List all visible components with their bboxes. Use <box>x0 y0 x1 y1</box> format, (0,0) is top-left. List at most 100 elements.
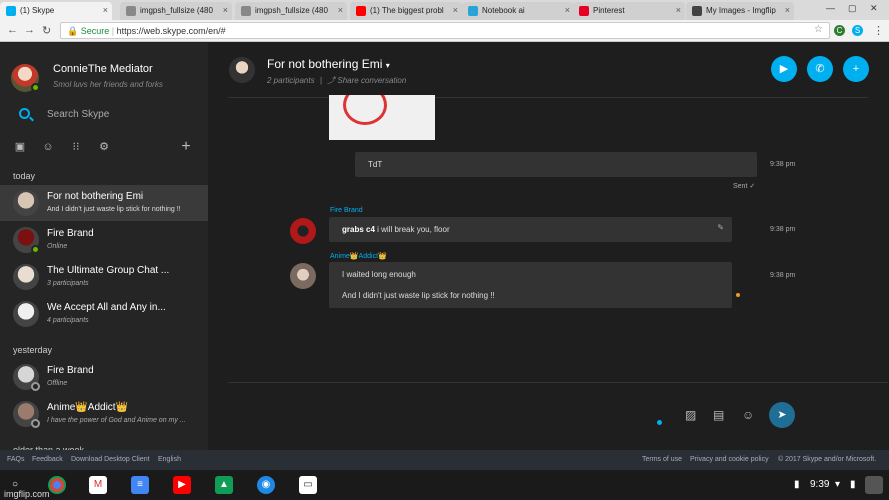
own-message-bubble[interactable]: TdT <box>355 152 757 177</box>
profile-mood: Smol luvs her friends and forks <box>53 80 163 89</box>
contact-card-icon[interactable]: ▤ <box>713 408 724 422</box>
add-contact-icon[interactable]: ☺ <box>42 141 54 153</box>
tab-favicon-icon <box>468 6 478 16</box>
chat-list-item[interactable]: We Accept All and Any in... 4 participant… <box>0 296 208 332</box>
chat-list-item[interactable]: Fire Brand Offline <box>0 359 208 395</box>
reload-button[interactable]: ↻ <box>42 24 51 37</box>
battery-status-icon[interactable]: ▮ <box>850 479 856 490</box>
video-call-button[interactable]: ▶ <box>771 56 797 82</box>
camera-icon[interactable]: ◉ <box>257 476 275 494</box>
message-bubble[interactable]: I waited long enough And I didn't just w… <box>329 262 732 308</box>
conversation-avatar[interactable] <box>229 57 255 83</box>
close-tab-icon[interactable]: × <box>565 5 570 15</box>
chat-subtitle: Online <box>47 243 68 250</box>
back-button[interactable]: ← <box>7 24 18 36</box>
chat-subtitle: And I didn't just waste lip stick for no… <box>47 206 181 213</box>
drive-icon[interactable]: ▲ <box>215 476 233 494</box>
sender-avatar[interactable] <box>290 218 316 244</box>
browser-tab[interactable]: My Images - Imgflip × <box>686 2 794 20</box>
close-tab-icon[interactable]: × <box>223 5 228 15</box>
shared-image[interactable] <box>329 95 435 140</box>
gmail-icon[interactable]: M <box>89 476 107 494</box>
browser-tab[interactable]: Notebook ai × <box>462 2 574 20</box>
close-tab-icon[interactable]: × <box>338 5 343 15</box>
sender-name: Fire Brand <box>330 207 363 214</box>
search-box[interactable]: Search Skype <box>0 103 208 127</box>
gear-icon[interactable]: ⚙ <box>98 141 110 153</box>
clock[interactable]: 9:39 <box>810 479 829 490</box>
youtube-icon[interactable]: ▶ <box>173 476 191 494</box>
close-tab-icon[interactable]: × <box>785 5 790 15</box>
footer-link-feedback[interactable]: Feedback <box>32 456 63 463</box>
message-text: I waited long enough <box>342 270 416 279</box>
footer-link-terms[interactable]: Terms of use <box>642 456 682 463</box>
attach-media-icon[interactable]: ▨ <box>685 408 696 422</box>
close-tab-icon[interactable]: × <box>453 5 458 15</box>
browser-tab[interactable]: imgpsh_fullsize (480 × <box>120 2 232 20</box>
chat-avatar <box>13 190 39 216</box>
chat-list-item[interactable]: The Ultimate Group Chat ... 3 participant… <box>0 259 208 295</box>
footer-link-privacy[interactable]: Privacy and cookie policy <box>690 456 769 463</box>
send-button[interactable]: ➤ <box>769 402 795 428</box>
sender-avatar[interactable] <box>290 263 316 289</box>
user-avatar[interactable] <box>865 476 883 494</box>
search-icon <box>19 108 30 119</box>
wifi-icon[interactable]: ▾ <box>835 479 840 490</box>
tab-title: (1) Skype <box>20 6 55 15</box>
menu-icon[interactable]: ⋮ <box>873 24 884 37</box>
online-status-icon <box>31 245 40 254</box>
tab-favicon-icon <box>692 6 702 16</box>
conversation-pane: For not bothering Emi ▾ 2 participants |… <box>208 43 889 450</box>
footer-link-download[interactable]: Download Desktop Client <box>71 456 150 463</box>
message-text: i will break you, floor <box>374 225 450 234</box>
tab-title: (1) The biggest probl <box>370 6 444 15</box>
star-icon[interactable]: ☆ <box>814 24 823 35</box>
extension-icon[interactable]: C <box>834 25 845 36</box>
browser-tab[interactable]: (1) The biggest probl × <box>350 2 462 20</box>
tab-title: Notebook ai <box>482 6 525 15</box>
tab-title: imgpsh_fullsize (480 <box>140 6 213 15</box>
message-bubble[interactable]: grabs c4 i will break you, floor ✎ <box>329 217 732 242</box>
footer-link-language[interactable]: English <box>158 456 181 463</box>
participants-count[interactable]: 2 participants <box>267 76 315 85</box>
chat-subtitle: 4 participants <box>47 317 89 324</box>
browser-tab[interactable]: Pinterest × <box>573 2 685 20</box>
lock-icon: 🔒 <box>67 26 81 36</box>
footer-link-faqs[interactable]: FAQs <box>7 456 25 463</box>
pencil-icon[interactable]: ✎ <box>717 223 724 232</box>
files-icon[interactable]: ▭ <box>299 476 317 494</box>
share-conversation-link[interactable]: Share conversation <box>337 76 406 85</box>
new-chat-plus-icon[interactable]: + <box>180 139 192 155</box>
chat-list-item[interactable]: Fire Brand Online <box>0 222 208 258</box>
browser-tab[interactable]: imgpsh_fullsize (480 × <box>235 2 347 20</box>
chrome-icon[interactable] <box>48 476 66 494</box>
audio-call-button[interactable]: ✆ <box>807 56 833 82</box>
chat-list-item[interactable]: For not bothering Emi And I didn't just w… <box>0 185 208 221</box>
forward-button[interactable]: → <box>24 24 35 36</box>
url-field[interactable]: 🔒 Secure | https://web.skype.com/en/# ☆ <box>60 22 830 39</box>
minimize-button[interactable]: — <box>826 3 835 13</box>
chat-avatar <box>13 264 39 290</box>
search-input[interactable]: Search Skype <box>47 109 109 120</box>
profile-name[interactable]: ConnieThe Mediator <box>53 63 153 75</box>
dialpad-icon[interactable]: ⁝⁝ <box>70 141 82 153</box>
browser-tab[interactable]: (1) Skype × <box>0 2 112 20</box>
contacts-icon[interactable]: ▣ <box>14 141 26 153</box>
chevron-down-icon[interactable]: ▾ <box>386 61 390 70</box>
chat-subtitle: 3 participants <box>47 280 89 287</box>
footer-copyright: © 2017 Skype and/or Microsoft. <box>778 456 877 463</box>
emoji-icon[interactable]: ☺ <box>742 408 754 422</box>
tab-favicon-icon <box>6 6 16 16</box>
close-tab-icon[interactable]: × <box>676 5 681 15</box>
chat-list-item[interactable]: Anime👑Addict👑 I have the power of God and… <box>0 396 208 432</box>
chat-name: The Ultimate Group Chat ... <box>47 265 170 276</box>
docs-icon[interactable]: ≡ <box>131 476 149 494</box>
section-yesterday: yesterday <box>13 345 53 355</box>
extension-icon[interactable]: S <box>852 25 863 36</box>
add-participant-button[interactable]: + <box>843 56 869 82</box>
maximize-button[interactable]: ▢ <box>848 3 857 14</box>
close-tab-icon[interactable]: × <box>103 5 108 15</box>
tab-favicon-icon <box>579 6 589 16</box>
close-window-button[interactable]: ✕ <box>870 3 878 14</box>
conversation-title[interactable]: For not bothering Emi ▾ <box>267 57 390 71</box>
